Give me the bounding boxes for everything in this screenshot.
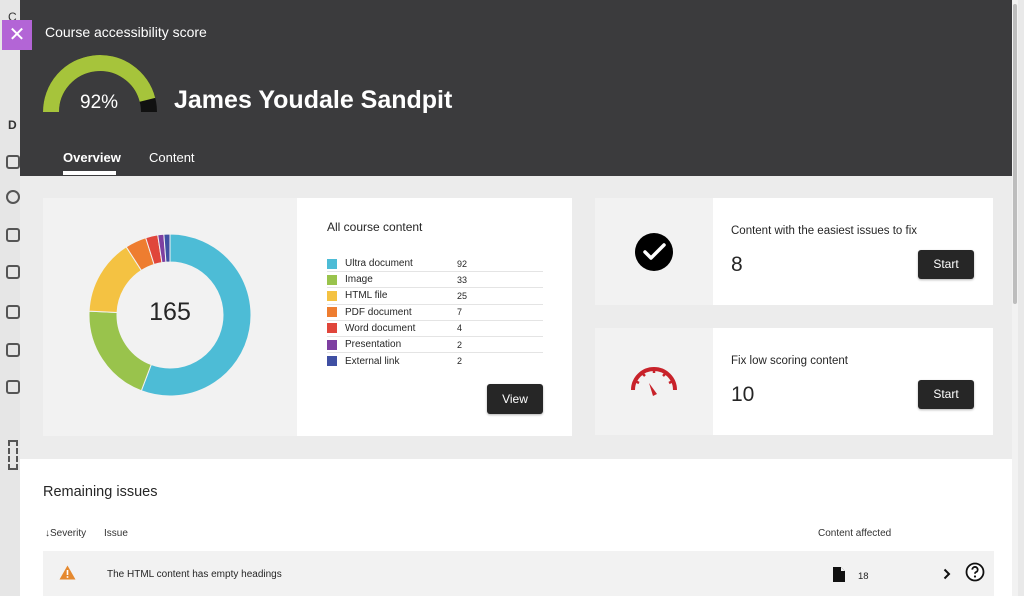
- legend-label: Presentation: [345, 339, 402, 351]
- easy-fix-count: 8: [731, 253, 743, 276]
- legend-row-image: Image 33: [327, 272, 543, 289]
- background-icon: [6, 380, 20, 394]
- panel-header: Course accessibility score 92% James You…: [20, 0, 1018, 176]
- content-affected-column-header: Content affected: [818, 528, 892, 539]
- low-score-icon-area: [595, 328, 713, 435]
- legend-swatch: [327, 323, 337, 334]
- content-donut-card: 165: [43, 198, 297, 436]
- legend-count: 4: [457, 323, 463, 334]
- legend-swatch: [327, 274, 337, 285]
- background-icon: [6, 343, 20, 357]
- background-icon: [6, 265, 20, 279]
- legend-row-external-link: External link 2: [327, 353, 543, 369]
- low-score-count: 10: [731, 383, 755, 406]
- legend-row-word-document: Word document 4: [327, 321, 543, 337]
- legend-count: 2: [457, 356, 463, 367]
- score-label: Course accessibility score: [45, 24, 207, 40]
- legend-label: PDF document: [345, 306, 412, 318]
- background-text-fragment: D: [8, 118, 17, 132]
- close-button[interactable]: ✕: [2, 20, 32, 50]
- easy-fix-icon-area: [595, 198, 713, 305]
- low-score-card: Fix low scoring content 10 Start: [713, 328, 993, 435]
- legend-row-html-file: HTML file 25: [327, 288, 543, 305]
- issue-description: The HTML content has empty headings: [107, 569, 282, 580]
- severity-column-label: Severity: [50, 528, 87, 539]
- issue-row[interactable]: The HTML content has empty headings 18: [43, 551, 994, 596]
- remaining-issues-section: Remaining issues ↓Severity Issue Content…: [20, 459, 1018, 596]
- content-legend-title: All course content: [327, 220, 423, 234]
- background-icon: [6, 305, 20, 319]
- course-title: James Youdale Sandpit: [174, 86, 453, 114]
- accessibility-panel: Course accessibility score 92% James You…: [20, 0, 1018, 596]
- low-score-start-button[interactable]: Start: [918, 380, 974, 409]
- easy-fix-label: Content with the easiest issues to fix: [731, 225, 918, 237]
- tab-content[interactable]: Content: [149, 150, 195, 165]
- legend-row-pdf-document: PDF document 7: [327, 305, 543, 321]
- legend-label: Image: [345, 274, 373, 286]
- legend-swatch: [327, 290, 337, 301]
- background-icon: [6, 190, 20, 204]
- panel-scrollbar[interactable]: [1012, 0, 1018, 596]
- legend-label: Ultra document: [345, 258, 413, 270]
- content-total: 165: [149, 298, 191, 326]
- severity-column-header[interactable]: ↓Severity: [45, 528, 86, 539]
- legend-swatch: [327, 339, 337, 350]
- legend-label: Word document: [345, 322, 416, 334]
- chevron-right-icon: [943, 568, 951, 580]
- speedometer-icon: [631, 367, 677, 396]
- scrollbar-thumb[interactable]: [1013, 4, 1017, 304]
- background-icon: [6, 228, 20, 242]
- document-icon: [833, 567, 845, 582]
- background-icon: [6, 155, 20, 169]
- easy-fix-start-button[interactable]: Start: [918, 250, 974, 279]
- legend-count: 2: [457, 339, 463, 350]
- warning-icon: [59, 565, 76, 580]
- background-dashed-box: [8, 440, 18, 470]
- legend-count: 92: [457, 258, 468, 269]
- issue-affected-count: 18: [858, 571, 869, 582]
- legend-count: 7: [457, 307, 463, 318]
- content-legend-list: Ultra document 92 Image 33 HTML file 25 …: [327, 256, 543, 369]
- close-icon: ✕: [8, 24, 26, 46]
- legend-label: HTML file: [345, 290, 388, 302]
- legend-swatch: [327, 258, 337, 269]
- legend-swatch: [327, 356, 337, 367]
- legend-count: 25: [457, 290, 468, 301]
- background-page-strip: C D: [0, 0, 20, 596]
- legend-count: 33: [457, 274, 468, 285]
- active-tab-indicator: [63, 171, 116, 175]
- legend-label: External link: [345, 355, 400, 367]
- issue-column-header: Issue: [104, 528, 128, 539]
- easy-fix-card: Content with the easiest issues to fix 8…: [713, 198, 993, 305]
- legend-row-ultra-document: Ultra document 92: [327, 256, 543, 273]
- checkmark-circle-icon: [635, 233, 673, 271]
- content-legend-card: All course content Ultra document 92 Ima…: [297, 198, 572, 436]
- legend-row-presentation: Presentation 2: [327, 337, 543, 354]
- view-button[interactable]: View: [487, 384, 543, 414]
- remaining-issues-title: Remaining issues: [43, 484, 158, 500]
- low-score-label: Fix low scoring content: [731, 355, 848, 367]
- tab-overview[interactable]: Overview: [63, 150, 121, 165]
- help-icon[interactable]: [965, 562, 985, 582]
- legend-swatch: [327, 307, 337, 318]
- score-value: 92%: [80, 92, 119, 113]
